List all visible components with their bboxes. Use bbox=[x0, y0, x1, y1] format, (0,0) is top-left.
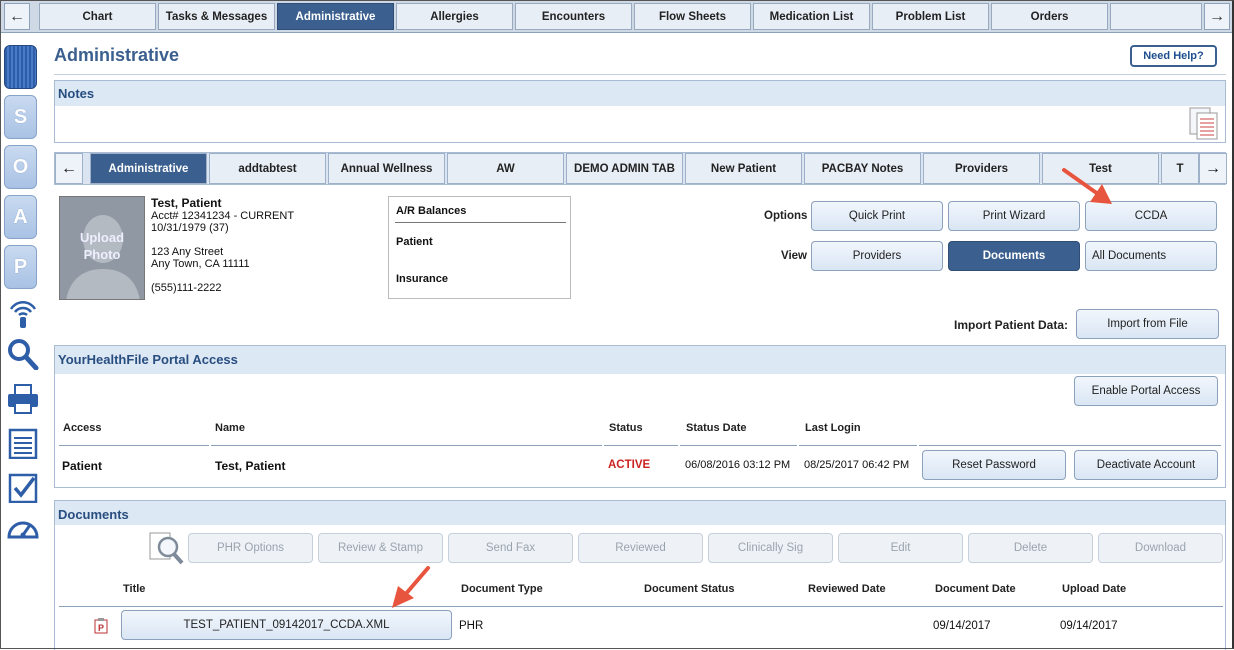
window-frame bbox=[0, 0, 1234, 649]
